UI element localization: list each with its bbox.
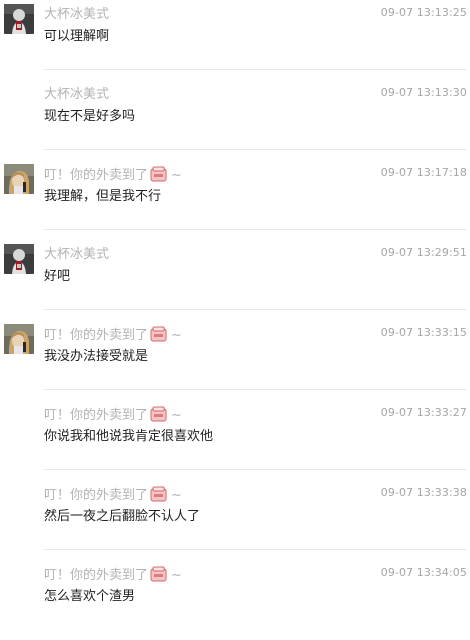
message-timestamp: 09-07 13:29:51 [380, 246, 467, 259]
message-timestamp: 09-07 13:13:25 [380, 6, 467, 19]
message-text: 然后一夜之后翻脸不认人了 [44, 509, 201, 524]
avatar-dark-icon [4, 244, 34, 274]
divider [44, 149, 466, 150]
message-item[interactable]: 大杯冰美式 09-07 13:29:51 好吧 [0, 240, 470, 320]
divider [44, 229, 466, 230]
divider [44, 389, 466, 390]
takeout-box-icon [150, 566, 167, 582]
message-timestamp: 09-07 13:13:30 [380, 86, 467, 99]
message-item[interactable]: 叮！你的外卖到了 ~ 09-07 13:33:27 你说我和他说我肯定很喜欢他 [0, 400, 470, 480]
message-item[interactable]: 大杯冰美式 09-07 13:13:30 现在不是好多吗 [0, 80, 470, 160]
avatar-girl-icon [4, 324, 34, 354]
message-text: 好吧 [44, 269, 71, 284]
message-item[interactable]: 大杯冰美式 09-07 13:13:25 可以理解啊 [0, 0, 470, 80]
sender-name[interactable]: 叮！你的外卖到了 ~ [44, 486, 182, 505]
divider [44, 549, 466, 550]
message-item[interactable]: 叮！你的外卖到了 ~ 09-07 13:33:38 然后一夜之后翻脸不认人了 [0, 480, 470, 560]
message-text: 现在不是好多吗 [44, 109, 136, 124]
sender-name[interactable]: 大杯冰美式 [44, 86, 109, 104]
message-timestamp: 09-07 13:34:05 [380, 566, 467, 579]
sender-name[interactable]: 叮！你的外卖到了 ~ [44, 166, 182, 185]
divider [44, 69, 466, 70]
message-item[interactable]: 叮！你的外卖到了 ~ 09-07 13:17:18 我理解，但是我不行 [0, 160, 470, 240]
takeout-box-icon [150, 166, 167, 182]
chat-history-list: 大杯冰美式 09-07 13:13:25 可以理解啊 大杯冰美式 09-07 1… [0, 0, 470, 604]
message-timestamp: 09-07 13:33:27 [380, 406, 467, 419]
sender-name[interactable]: 叮！你的外卖到了 ~ [44, 566, 182, 585]
message-text: 可以理解啊 [44, 29, 110, 44]
sender-name[interactable]: 叮！你的外卖到了 ~ [44, 406, 182, 425]
message-item[interactable]: 叮！你的外卖到了 ~ 09-07 13:34:05 怎么喜欢个渣男 [0, 560, 470, 640]
message-item[interactable]: 叮！你的外卖到了 ~ 09-07 13:33:15 我没办法接受就是 [0, 320, 470, 400]
message-timestamp: 09-07 13:33:15 [380, 326, 467, 339]
avatar[interactable] [4, 4, 34, 34]
message-text: 我理解，但是我不行 [44, 189, 162, 204]
takeout-box-icon [150, 486, 167, 502]
message-text: 怎么喜欢个渣男 [44, 589, 136, 604]
avatar[interactable] [4, 244, 34, 274]
divider [44, 309, 466, 310]
avatar[interactable] [4, 324, 34, 354]
sender-name[interactable]: 大杯冰美式 [44, 6, 109, 24]
takeout-box-icon [150, 326, 167, 342]
takeout-box-icon [150, 406, 167, 422]
sender-name[interactable]: 大杯冰美式 [44, 246, 109, 264]
sender-name[interactable]: 叮！你的外卖到了 ~ [44, 326, 182, 345]
message-text: 我没办法接受就是 [44, 349, 149, 364]
avatar-dark-icon [4, 4, 34, 34]
message-text: 你说我和他说我肯定很喜欢他 [44, 429, 214, 444]
divider [44, 469, 466, 470]
avatar-girl-icon [4, 164, 34, 194]
message-timestamp: 09-07 13:17:18 [380, 166, 467, 179]
avatar[interactable] [4, 164, 34, 194]
message-timestamp: 09-07 13:33:38 [380, 486, 467, 499]
